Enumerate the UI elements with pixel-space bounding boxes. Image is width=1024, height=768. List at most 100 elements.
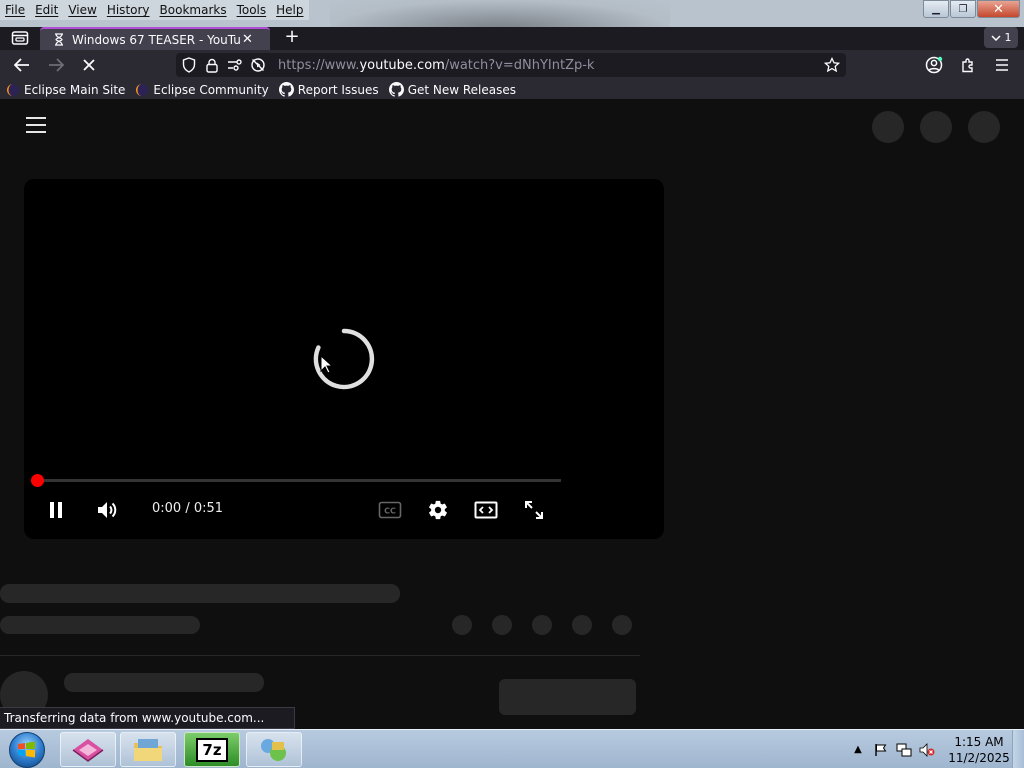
skeleton-action xyxy=(452,615,472,635)
github-icon xyxy=(388,82,404,97)
taskbar: 7z ▲ 1:15 AM 11/2/2025 xyxy=(0,729,1024,768)
skeleton-action xyxy=(612,615,632,635)
lock-icon[interactable] xyxy=(202,55,222,75)
close-window-button[interactable]: ✕ xyxy=(977,0,1020,18)
skeleton-header-circle xyxy=(920,111,952,143)
bookmarks-toolbar: Eclipse Main Site Eclipse Community Repo… xyxy=(0,80,1024,99)
taskbar-explorer-button[interactable] xyxy=(120,732,176,767)
bookmark-label: Eclipse Main Site xyxy=(24,82,126,97)
list-all-tabs-button[interactable]: 1 xyxy=(984,27,1018,48)
action-center-flag-icon[interactable] xyxy=(873,742,889,758)
bookmark-report-issues[interactable]: Report Issues xyxy=(278,82,379,97)
taskbar-network-app-button[interactable] xyxy=(246,732,302,767)
tab-count: 1 xyxy=(1004,31,1012,44)
bookmark-get-new-releases[interactable]: Get New Releases xyxy=(388,82,517,97)
skeleton-action xyxy=(572,615,592,635)
skeleton-header-circle xyxy=(872,111,904,143)
browser-app-icon xyxy=(72,738,104,762)
taskbar-7zip-button[interactable]: 7z xyxy=(184,732,240,767)
app-menu-button[interactable] xyxy=(990,53,1014,77)
taskbar-browser-button[interactable] xyxy=(60,732,116,767)
bookmark-eclipse-main[interactable]: Eclipse Main Site xyxy=(6,83,125,97)
status-panel: Transferring data from www.youtube.com..… xyxy=(0,707,296,729)
menu-tools[interactable]: Tools xyxy=(232,0,272,20)
close-icon: ✕ xyxy=(993,1,1004,17)
extensions-button[interactable] xyxy=(956,53,980,77)
eclipse-icon xyxy=(135,83,149,97)
video-player[interactable]: 0:00 / 0:51 CC xyxy=(24,179,664,539)
bookmark-label: Eclipse Community xyxy=(153,82,269,97)
restore-icon: ❐ xyxy=(958,3,968,15)
menu-view[interactable]: View xyxy=(63,0,101,20)
account-button[interactable] xyxy=(922,53,946,77)
account-icon xyxy=(925,56,943,74)
chevron-down-icon xyxy=(990,31,1001,44)
address-bar[interactable]: https://www.youtube.com/watch?v=dNhYIntZ… xyxy=(176,53,846,77)
window-titlebar: File Edit View History Bookmarks Tools H… xyxy=(0,0,1024,27)
minimize-icon: ▁ xyxy=(932,3,940,15)
subtitles-button[interactable]: CC xyxy=(378,498,402,522)
hamburger-icon xyxy=(996,59,1008,71)
navigation-toolbar: https://www.youtube.com/watch?v=dNhYIntZ… xyxy=(0,50,1024,80)
fullscreen-button[interactable] xyxy=(522,498,546,522)
pause-button[interactable] xyxy=(44,498,68,522)
minimize-button[interactable]: ▁ xyxy=(923,0,949,18)
hourglass-icon xyxy=(55,33,63,46)
guide-menu-button[interactable] xyxy=(26,117,46,133)
7zip-icon: 7z xyxy=(196,737,228,762)
time-display: 0:00 / 0:51 xyxy=(152,501,224,516)
menu-edit[interactable]: Edit xyxy=(30,0,63,20)
menu-help[interactable]: Help xyxy=(271,0,308,20)
stop-icon xyxy=(83,59,95,71)
autoplay-blocked-icon[interactable] xyxy=(248,55,268,75)
arrow-left-icon xyxy=(14,58,29,72)
firefox-view-button[interactable] xyxy=(6,28,34,48)
stop-button[interactable] xyxy=(77,53,101,77)
menu-bookmarks[interactable]: Bookmarks xyxy=(155,0,232,20)
mute-button[interactable] xyxy=(94,498,122,522)
tab-close-button[interactable]: ✕ xyxy=(242,32,253,47)
youtube-page: 0:00 / 0:51 CC Transferring data from ww… xyxy=(0,99,1024,729)
back-button[interactable] xyxy=(10,53,34,77)
clock[interactable]: 1:15 AM 11/2/2025 xyxy=(948,734,1010,766)
menu-history[interactable]: History xyxy=(102,0,155,20)
window-controls: ▁ ❐ ✕ xyxy=(922,0,1020,18)
background-wallpaper xyxy=(330,0,670,27)
pause-icon xyxy=(50,502,62,518)
tab-title: Windows 67 TEASER - YouTube xyxy=(72,32,240,47)
show-hidden-icons-button[interactable]: ▲ xyxy=(850,742,866,758)
scrubber-handle[interactable] xyxy=(31,474,44,487)
bookmark-label: Report Issues xyxy=(297,82,379,97)
tab-youtube[interactable]: Windows 67 TEASER - YouTube ✕ xyxy=(40,27,270,50)
gear-icon xyxy=(429,500,447,520)
settings-button[interactable] xyxy=(426,498,450,522)
clock-date: 11/2/2025 xyxy=(948,750,1010,765)
divider xyxy=(0,655,640,656)
bookmark-eclipse-community[interactable]: Eclipse Community xyxy=(135,82,269,97)
arrow-right-icon xyxy=(49,58,64,72)
show-desktop-button[interactable] xyxy=(1012,730,1024,768)
hamburger-line xyxy=(26,124,46,126)
theater-mode-button[interactable] xyxy=(474,498,498,522)
permissions-icon[interactable] xyxy=(225,55,245,75)
start-button[interactable] xyxy=(3,730,51,768)
menu-file[interactable]: File xyxy=(0,0,30,20)
clock-time: 1:15 AM xyxy=(954,734,1004,749)
menu-bar: File Edit View History Bookmarks Tools H… xyxy=(0,0,309,20)
mouse-cursor-icon xyxy=(320,355,332,374)
network-icon[interactable] xyxy=(896,742,912,758)
skeleton-subscribe-button xyxy=(499,679,636,715)
restore-button[interactable]: ❐ xyxy=(950,0,976,18)
progress-bar[interactable] xyxy=(36,479,561,482)
eclipse-icon xyxy=(6,83,20,97)
tracking-protection-icon[interactable] xyxy=(179,55,199,75)
star-icon xyxy=(824,57,840,73)
skeleton-subtitle xyxy=(0,616,200,634)
bookmark-star-button[interactable] xyxy=(822,55,842,75)
skeleton-channel-name xyxy=(64,673,264,692)
forward-button[interactable] xyxy=(44,53,68,77)
bookmark-label: Get New Releases xyxy=(407,82,517,97)
volume-muted-icon[interactable] xyxy=(919,742,935,758)
skeleton-title xyxy=(0,584,400,603)
new-tab-button[interactable]: + xyxy=(280,28,304,48)
